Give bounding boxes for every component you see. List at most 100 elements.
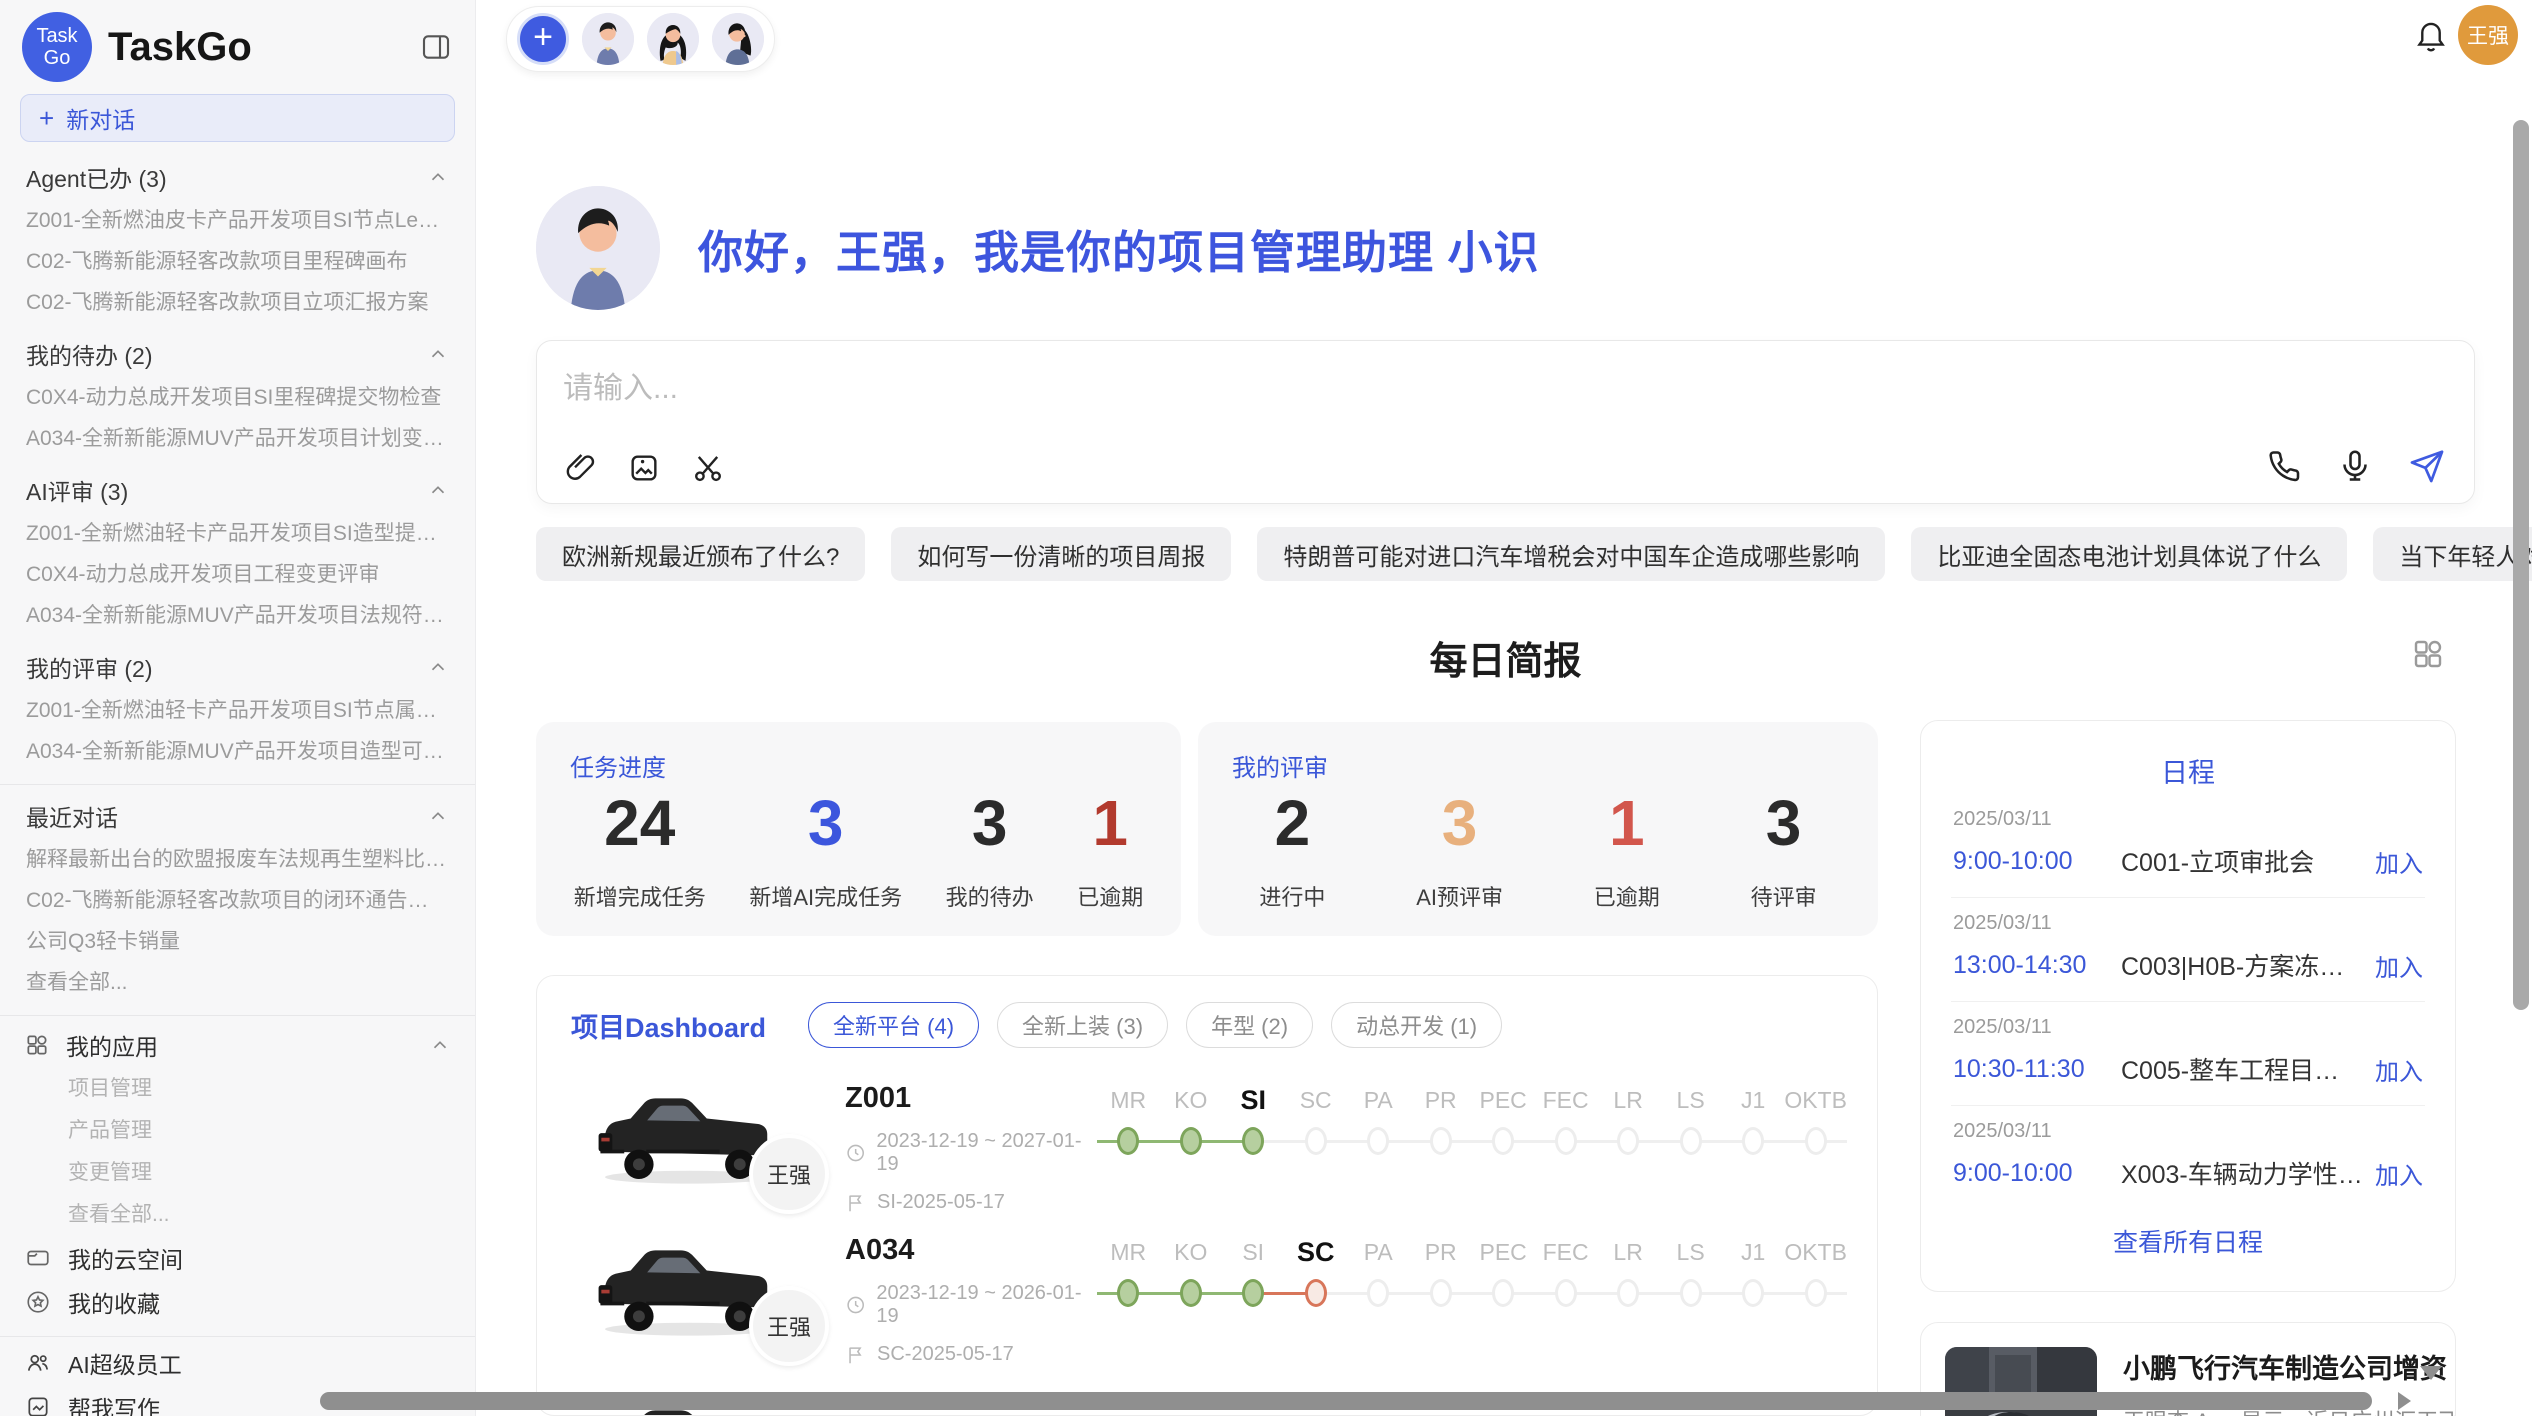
conversation-item[interactable]: A034-全新新能源MUV产品开发项目法规符合性评审 bbox=[0, 595, 475, 636]
chevron-up-icon[interactable] bbox=[427, 479, 449, 501]
user-avatar[interactable]: 王强 bbox=[2458, 5, 2518, 65]
flag-icon bbox=[845, 1344, 867, 1366]
microphone-icon[interactable] bbox=[2336, 447, 2374, 485]
add-agent-button[interactable]: + bbox=[517, 13, 569, 65]
chevron-up-icon[interactable] bbox=[427, 166, 449, 188]
screenshot-scissors-icon[interactable] bbox=[689, 449, 727, 487]
section-header[interactable]: 我的待办 (2) bbox=[0, 331, 475, 377]
conversation-item[interactable]: Z001-全新燃油轻卡产品开发项目SI节点属性5D文件评审 bbox=[0, 690, 475, 731]
chevron-up-icon[interactable] bbox=[427, 343, 449, 365]
attach-file-icon[interactable] bbox=[561, 449, 599, 487]
stat-label: 新增完成任务 bbox=[574, 880, 706, 912]
conversation-item[interactable]: Z001-全新燃油皮卡产品开发项目SI节点Lesson Learn报告 bbox=[0, 200, 475, 241]
people-icon bbox=[24, 1350, 52, 1376]
project-dates: 2023-12-19 ~ 2027-01-19 bbox=[845, 1130, 1097, 1176]
join-meeting-link[interactable]: 加入 bbox=[2375, 1052, 2423, 1087]
conversation-item[interactable]: C0X4-动力总成开发项目工程变更评审 bbox=[0, 554, 475, 595]
milestone-label: LR bbox=[1597, 1080, 1659, 1120]
conversation-item[interactable]: Z001-全新燃油轻卡产品开发项目SI造型提交物评审 bbox=[0, 513, 475, 554]
conversation-item[interactable]: C02-飞腾新能源轻客改款项目立项汇报方案 bbox=[0, 282, 475, 323]
milestone-dot bbox=[1680, 1127, 1702, 1155]
vertical-scrollbar[interactable] bbox=[2513, 120, 2529, 1010]
section-header[interactable]: Agent已办 (3) bbox=[0, 154, 475, 200]
chevron-up-icon[interactable] bbox=[429, 1034, 451, 1056]
join-meeting-link[interactable]: 加入 bbox=[2375, 948, 2423, 983]
section-header[interactable]: 最近对话 bbox=[0, 793, 475, 839]
new-chat-button[interactable]: + 新对话 bbox=[20, 94, 455, 142]
stat-value: 3 bbox=[946, 788, 1034, 858]
join-meeting-link[interactable]: 加入 bbox=[2375, 844, 2423, 879]
conversation-item[interactable]: C0X4-动力总成开发项目SI里程碑提交物检查 bbox=[0, 377, 475, 418]
section-title: 我的评审 (2) bbox=[26, 650, 153, 684]
milestone: J1 bbox=[1722, 1080, 1784, 1164]
section-header[interactable]: 我的评审 (2) bbox=[0, 644, 475, 690]
scroll-right-arrow-icon[interactable] bbox=[2398, 1392, 2411, 1410]
suggestion-chip[interactable]: 当下年轻人对汽车外观有怎样的喜好趋势 bbox=[2373, 527, 2532, 581]
milestone-dot bbox=[1617, 1279, 1639, 1307]
logo-text-top: Task bbox=[36, 25, 77, 47]
my-app-item[interactable]: 项目管理 bbox=[0, 1068, 475, 1110]
milestone-dot bbox=[1180, 1279, 1202, 1307]
agent-avatar-2[interactable] bbox=[647, 13, 699, 65]
milestone: PR bbox=[1409, 1080, 1471, 1164]
project-image: 王强 bbox=[585, 1232, 793, 1342]
my-app-item[interactable]: 变更管理 bbox=[0, 1152, 475, 1194]
milestone: LS bbox=[1659, 1232, 1721, 1316]
layout-grid-icon[interactable] bbox=[2410, 636, 2450, 676]
milestone-label: LS bbox=[1659, 1080, 1721, 1120]
project-row[interactable]: 王强 A034 2023-12-19 ~ 2026-01-19 SC-2025-… bbox=[537, 1206, 1877, 1358]
conversation-item[interactable]: A034-全新新能源MUV产品开发项目计划变更表编写 bbox=[0, 418, 475, 459]
divider bbox=[0, 784, 475, 785]
suggestion-chip[interactable]: 特朗普可能对进口汽车增税会对中国车企造成哪些影响 bbox=[1257, 527, 1885, 581]
conversation-item[interactable]: C02-飞腾新能源轻客改款项目里程碑画布 bbox=[0, 241, 475, 282]
recent-conversation-item[interactable]: 公司Q3轻卡销量 bbox=[0, 921, 475, 962]
suggestion-chip[interactable]: 比亚迪全固态电池计划具体说了什么 bbox=[1911, 527, 2347, 581]
recent-conversation-item[interactable]: 解释最新出台的欧盟报废车法规再生塑料比例被调至15%... bbox=[0, 839, 475, 880]
insert-image-icon[interactable] bbox=[625, 449, 663, 487]
dashboard-tab[interactable]: 全新上装 (3) bbox=[997, 1002, 1168, 1048]
my-app-item[interactable]: 产品管理 bbox=[0, 1110, 475, 1152]
sidebar-item-cloud-space[interactable]: 我的云空间 bbox=[0, 1236, 475, 1280]
project-name: Z001 bbox=[845, 1082, 1097, 1115]
sidebar-item-favorites[interactable]: 我的收藏 bbox=[0, 1280, 475, 1324]
section-header[interactable]: AI评审 (3) bbox=[0, 467, 475, 513]
view-all-schedule-link[interactable]: 查看所有日程 bbox=[1951, 1223, 2425, 1259]
sidebar-section: 我的待办 (2) C0X4-动力总成开发项目SI里程碑提交物检查A034-全新新… bbox=[0, 331, 475, 459]
project-row[interactable]: 王强 Z001 2023-12-19 ~ 2027-01-19 SI-2025-… bbox=[537, 1054, 1877, 1206]
recent-conversation-item[interactable]: C02-飞腾新能源轻客改款项目的闭环通告反馈情况 bbox=[0, 880, 475, 921]
horizontal-scrollbar[interactable] bbox=[320, 1392, 2372, 1410]
join-meeting-link[interactable]: 加入 bbox=[2375, 1156, 2423, 1191]
sidebar-item-ai-super-staff[interactable]: AI超级员工 bbox=[0, 1341, 475, 1385]
sidebar-section: AI评审 (3) Z001-全新燃油轻卡产品开发项目SI造型提交物评审C0X4-… bbox=[0, 467, 475, 636]
suggestion-chip[interactable]: 欧洲新规最近颁布了什么? bbox=[536, 527, 865, 581]
sidebar-item-my-apps[interactable]: 我的应用 bbox=[0, 1022, 475, 1068]
app-logo: Task Go bbox=[22, 12, 92, 82]
stat-label: 新增AI完成任务 bbox=[749, 880, 902, 912]
suggestion-chip[interactable]: 如何写一份清晰的项目周报 bbox=[891, 527, 1231, 581]
ai-super-staff-label: AI超级员工 bbox=[68, 1346, 182, 1380]
task-progress-card: 任务进度 24新增完成任务3新增AI完成任务3我的待办1已逾期 bbox=[536, 722, 1181, 936]
conversation-item[interactable]: A034-全新新能源MUV产品开发项目造型可行性评审 bbox=[0, 731, 475, 772]
dashboard-tab[interactable]: 动总开发 (1) bbox=[1331, 1002, 1502, 1048]
voice-call-icon[interactable] bbox=[2264, 447, 2302, 485]
schedule-event-name: C001-立项审批会 bbox=[2121, 843, 2363, 879]
dashboard-tab[interactable]: 年型 (2) bbox=[1186, 1002, 1313, 1048]
scroll-down-arrow-icon[interactable] bbox=[2420, 1366, 2442, 1380]
notifications-bell-icon[interactable] bbox=[2412, 16, 2452, 56]
agent-avatar-1[interactable] bbox=[582, 13, 634, 65]
schedule-date: 2025/03/11 bbox=[1953, 1016, 2423, 1039]
chat-input[interactable] bbox=[563, 367, 2163, 411]
collapse-sidebar-icon[interactable] bbox=[419, 30, 453, 64]
sidebar-section: Agent已办 (3) Z001-全新燃油皮卡产品开发项目SI节点Lesson … bbox=[0, 154, 475, 323]
my-app-item[interactable]: 查看全部... bbox=[0, 1194, 475, 1236]
favorites-label: 我的收藏 bbox=[68, 1285, 160, 1319]
milestone-label: OKTB bbox=[1784, 1232, 1847, 1272]
chevron-up-icon[interactable] bbox=[427, 805, 449, 827]
agent-avatar-3[interactable] bbox=[712, 13, 764, 65]
send-icon[interactable] bbox=[2408, 447, 2446, 485]
milestone-dot bbox=[1430, 1279, 1452, 1307]
recent-conversation-item[interactable]: 查看全部... bbox=[0, 962, 475, 1003]
schedule-event-name: X003-车辆动力学性能验... bbox=[2121, 1155, 2363, 1191]
chevron-up-icon[interactable] bbox=[427, 656, 449, 678]
dashboard-tab[interactable]: 全新平台 (4) bbox=[808, 1002, 979, 1048]
